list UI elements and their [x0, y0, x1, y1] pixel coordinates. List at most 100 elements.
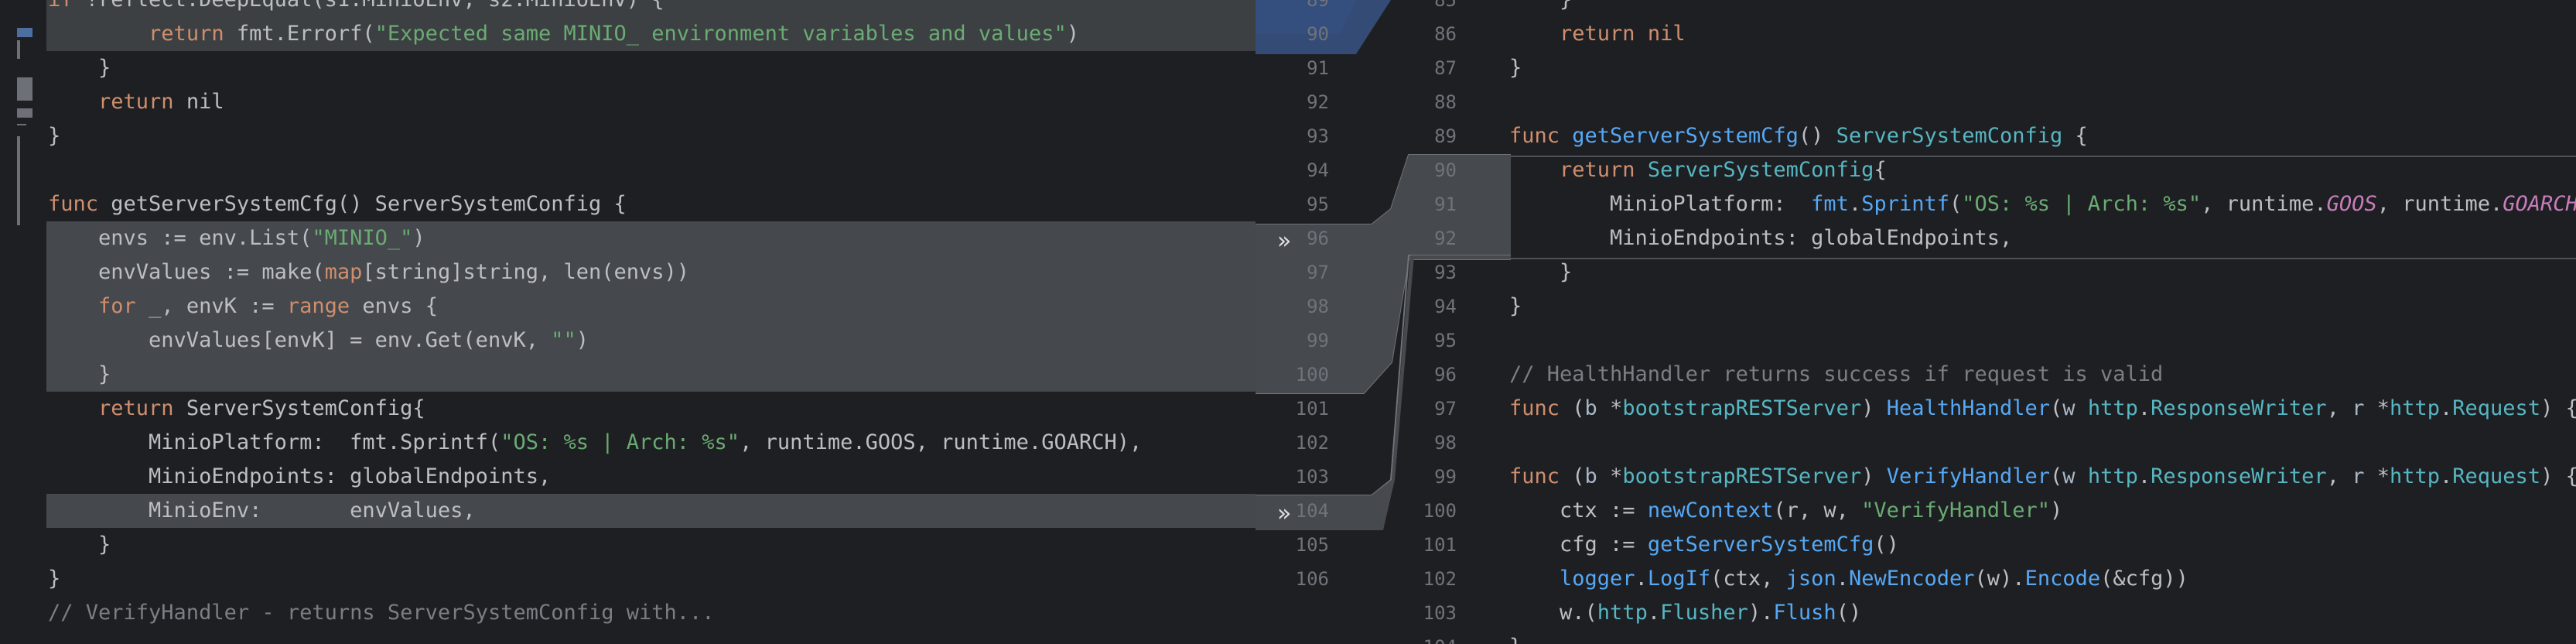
code-token: envValues[envK] = env.Get(envK,	[48, 328, 552, 352]
code-line[interactable]: MinioEnv: envValues,	[46, 494, 1256, 528]
code-line[interactable]: return ServerSystemConfig{	[1511, 153, 2576, 187]
code-line-text: MinioEndpoints: globalEndpoints,	[48, 460, 551, 494]
code-line[interactable]: // VerifyHandler - returns ServerSystemC…	[46, 596, 1256, 630]
line-number: 95	[1434, 330, 1457, 351]
code-token: *	[2376, 396, 2390, 420]
code-line[interactable]: MinioPlatform: fmt.Sprintf("OS: %s | Arc…	[1511, 187, 2576, 221]
code-token: // HealthHandler returns success if requ…	[1511, 362, 2164, 386]
code-line[interactable]: ctx := newContext(r, w, "VerifyHandler")	[1511, 494, 2576, 528]
code-line-text: }	[48, 119, 60, 153]
code-line[interactable]: }	[1511, 255, 2576, 289]
code-token: .	[1836, 567, 1849, 591]
code-line[interactable]: envs := env.List("MINIO_")	[46, 221, 1256, 255]
code-line[interactable]: func (b *bootstrapRESTServer) HealthHand…	[1511, 392, 2576, 426]
code-token: "MINIO_"	[312, 226, 413, 250]
code-line[interactable]: }	[46, 358, 1256, 392]
code-line[interactable]: for _, envK := range envs {	[46, 289, 1256, 324]
code-token: "OS: %s | Arch: %s"	[501, 430, 740, 454]
code-line[interactable]	[1511, 324, 2576, 358]
code-token: [string]string, len(envs))	[362, 260, 690, 284]
code-line-text: for _, envK := range envs {	[48, 289, 438, 324]
code-token: json	[1785, 567, 1836, 591]
code-token: (r, w,	[1773, 498, 1862, 522]
code-token: http	[1597, 601, 1648, 625]
code-line[interactable]: MinioPlatform: fmt.Sprintf("OS: %s | Arc…	[46, 426, 1256, 460]
change-separator	[1511, 258, 2576, 259]
code-line[interactable]: MinioEndpoints: globalEndpoints,	[46, 460, 1256, 494]
code-token: ServerSystemConfig	[1836, 124, 2063, 148]
code-line[interactable]: }	[1511, 51, 2576, 85]
code-token: ()	[1836, 601, 1862, 625]
code-line[interactable]: }	[1511, 289, 2576, 324]
left-editor-pane[interactable]: if !reflect.DeepEqual(s1.MinioEnv, s2.Mi…	[0, 0, 1256, 644]
code-line[interactable]: envValues[envK] = env.Get(envK, "")	[46, 324, 1256, 358]
code-line-text: envValues[envK] = env.Get(envK, "")	[48, 324, 589, 358]
gutter-change-marker	[17, 108, 32, 118]
code-line[interactable]: w.(http.Flusher).Flush()	[1511, 596, 2576, 630]
line-number: 95	[1307, 194, 1329, 215]
code-token: ctx :=	[1511, 498, 1648, 522]
line-number: 102	[1295, 432, 1329, 454]
code-line[interactable]: func (b *bootstrapRESTServer) VerifyHand…	[1511, 460, 2576, 494]
code-token: )	[1066, 22, 1079, 46]
code-token: ,	[2326, 396, 2352, 420]
code-line[interactable]	[1511, 85, 2576, 119]
code-token: r	[2352, 464, 2377, 488]
code-token: return	[1560, 22, 1648, 46]
code-line[interactable]: if !reflect.DeepEqual(s1.MinioEnv, s2.Mi…	[46, 0, 1256, 17]
left-code-area[interactable]: if !reflect.DeepEqual(s1.MinioEnv, s2.Mi…	[46, 0, 1256, 644]
code-line[interactable]: envValues := make(map[string]string, len…	[46, 255, 1256, 289]
code-token: r	[2352, 396, 2377, 420]
code-token: , runtime.	[2376, 192, 2503, 216]
code-token: fmt.Errorf(	[236, 22, 375, 46]
code-line[interactable]: MinioEndpoints: globalEndpoints,	[1511, 221, 2576, 255]
code-line[interactable]: func getServerSystemCfg() ServerSystemCo…	[1511, 119, 2576, 153]
code-line[interactable]: }	[46, 119, 1256, 153]
code-token: map	[324, 260, 363, 284]
gutter-marker	[17, 136, 20, 225]
code-token: logger	[1560, 567, 1635, 591]
code-token: with...	[613, 601, 715, 625]
code-token: ()	[1798, 124, 1836, 148]
code-line[interactable]: return fmt.Errorf("Expected same MINIO_ …	[46, 17, 1256, 51]
code-line[interactable]: return ServerSystemConfig{	[46, 392, 1256, 426]
right-editor-pane[interactable]: } return nil} func getServerSystemCfg() S…	[1511, 0, 2576, 644]
code-token: )	[1861, 396, 1887, 420]
code-token: (	[2050, 464, 2063, 488]
code-line-text: }	[48, 562, 60, 596]
code-line[interactable]: }	[1511, 0, 2576, 17]
code-token: (	[2050, 396, 2063, 420]
code-token: getServerSystemCfg	[1647, 533, 1874, 557]
code-line[interactable]	[46, 153, 1256, 187]
code-line[interactable]: return nil	[1511, 17, 2576, 51]
code-line[interactable]: }	[46, 528, 1256, 562]
diff-divider: » » 89 90 91 92 93 94 95 96 97 98 99 100 101 102 103 10…	[1256, 0, 1511, 644]
code-token: newContext	[1647, 498, 1774, 522]
code-line[interactable]: return nil	[46, 85, 1256, 119]
code-line[interactable]: cfg := getServerSystemCfg()	[1511, 528, 2576, 562]
code-line[interactable]: func getServerSystemCfg() ServerSystemCo…	[46, 187, 1256, 221]
code-token: getServerSystemCfg	[1572, 124, 1799, 148]
line-number: 102	[1423, 568, 1457, 590]
code-token: envs := env.List(	[48, 226, 313, 250]
line-number: 94	[1434, 296, 1457, 317]
code-token: http	[2389, 464, 2441, 488]
code-token: MinioPlatform: fmt.Sprintf(	[48, 430, 501, 454]
code-line[interactable]: }	[1511, 630, 2576, 644]
right-code-area[interactable]: } return nil} func getServerSystemCfg() S…	[1511, 0, 2576, 644]
code-line[interactable]: // HealthHandler returns success if requ…	[1511, 358, 2576, 392]
line-number: 85	[1434, 0, 1457, 11]
code-line[interactable]: }	[46, 562, 1256, 596]
code-line-text: envValues := make(map[string]string, len…	[48, 255, 689, 289]
code-line[interactable]: logger.LogIf(ctx, json.NewEncoder(w).Enc…	[1511, 562, 2576, 596]
code-token: http	[2087, 396, 2138, 420]
code-line[interactable]: }	[46, 51, 1256, 85]
code-line-text: w.(http.Flusher).Flush()	[1511, 596, 1861, 630]
code-token: }	[48, 533, 111, 557]
code-token: return	[149, 22, 237, 46]
code-line[interactable]	[1511, 426, 2576, 460]
code-line-text: }	[48, 528, 111, 562]
